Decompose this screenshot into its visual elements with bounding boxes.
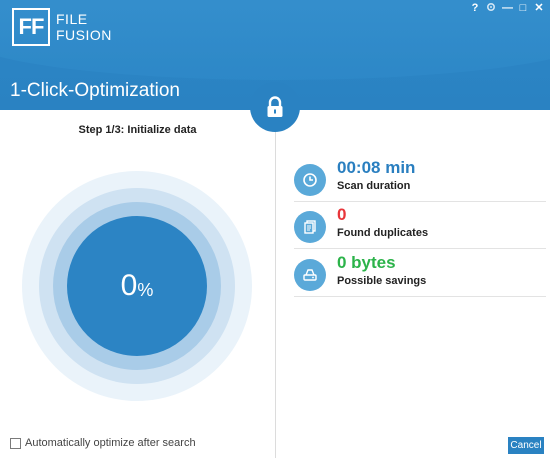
page-title: 1-Click-Optimization [10,80,180,101]
app-logo: FF FILE FUSION [12,8,112,46]
logo-line-2: FUSION [56,27,112,43]
gear-icon [486,2,496,12]
settings-button[interactable] [486,2,496,15]
found-duplicates-label: Found duplicates [337,227,429,239]
logo-mark: FF [12,8,50,46]
auto-optimize-checkbox[interactable] [10,437,21,449]
close-button[interactable]: ✕ [534,2,544,15]
logo-line-1: FILE [56,11,88,27]
stat-separator [294,201,546,202]
drive-icon [303,269,317,281]
stat-found-duplicates: 0 Found duplicates [294,205,546,253]
stat-icon-container [294,259,326,291]
cancel-button[interactable]: Cancel [508,437,544,454]
stat-possible-savings: 0 bytes Possible savings [294,253,546,301]
possible-savings-value: 0 bytes [337,253,396,272]
help-button[interactable]: ? [470,2,480,15]
progress-value: 0 [120,269,138,302]
progress-percent: 0 % [67,216,207,356]
auto-optimize-option[interactable]: Automatically optimize after search [10,437,196,449]
panel-divider [275,132,276,458]
step-label: Step 1/3: Initialize data [78,124,197,136]
auto-optimize-label: Automatically optimize after search [25,437,196,449]
stat-separator [294,296,546,297]
stat-icon-container [294,211,326,243]
window-controls: ? — □ ✕ [470,2,544,15]
stat-icon-container [294,164,326,196]
minimize-button[interactable]: — [502,2,513,15]
scan-duration-value: 00:08 min [337,158,416,177]
stat-separator [294,248,546,249]
lock-icon [267,96,283,117]
files-icon [304,220,316,234]
maximize-button[interactable]: □ [518,2,528,15]
stat-scan-duration: 00:08 min Scan duration [294,158,546,206]
progress-unit: % [137,279,154,300]
logo-text: FILE FUSION [56,11,112,43]
possible-savings-label: Possible savings [337,275,427,287]
clock-icon [303,173,317,187]
scan-duration-label: Scan duration [337,180,411,192]
found-duplicates-value: 0 [337,205,347,224]
